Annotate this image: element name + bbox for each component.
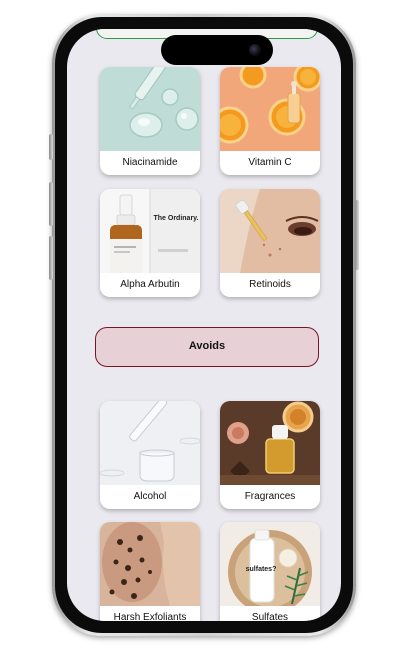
card-alcohol[interactable]: Alcohol [100,401,200,509]
fragrances-image [220,401,320,485]
card-sulfates[interactable]: sulfates? Sulfates [220,522,320,621]
card-vitamin-c[interactable]: Vitamin C [220,67,320,175]
card-label: Alpha Arbutin [120,279,180,290]
alcohol-image [100,401,200,485]
card-label: Retinoids [249,279,291,290]
brand-text: The Ordinary. [153,215,199,222]
card-label: Harsh Exfoliants [113,612,187,621]
volume-up-button [49,182,53,226]
volume-down-button [49,236,53,280]
phone-bezel: Niacinamide Vitamin C The Ordinary. Alph… [55,17,353,633]
alpha-arbutin-image: The Ordinary. [100,189,200,273]
screen: Niacinamide Vitamin C The Ordinary. Alph… [67,29,341,621]
sulfates-image: sulfates? [220,522,320,606]
card-harsh-exfoliants[interactable]: Harsh Exfoliants [100,522,200,621]
card-label: Fragrances [244,491,296,502]
harsh-exfoliants-image [100,522,200,606]
card-fragrances[interactable]: Fragrances [220,401,320,509]
vitamin-c-image [220,67,320,151]
retinoids-image [220,189,320,273]
power-button [355,200,359,270]
phone-frame: Niacinamide Vitamin C The Ordinary. Alph… [49,14,359,636]
card-label: Niacinamide [122,157,178,168]
card-niacinamide[interactable]: Niacinamide [100,67,200,175]
camera-icon [249,44,261,56]
card-label: Vitamin C [248,157,292,168]
bottle-text: sulfates? [245,566,277,573]
card-label: Sulfates [251,612,289,621]
niacinamide-image [100,67,200,151]
dynamic-island [161,35,273,65]
card-retinoids[interactable]: Retinoids [220,189,320,297]
card-alpha-arbutin[interactable]: The Ordinary. Alpha Arbutin [100,189,200,297]
mute-switch [49,134,53,160]
card-label: Alcohol [133,491,167,502]
avoids-button[interactable]: Avoids [95,327,319,367]
stage: Niacinamide Vitamin C The Ordinary. Alph… [0,0,415,661]
